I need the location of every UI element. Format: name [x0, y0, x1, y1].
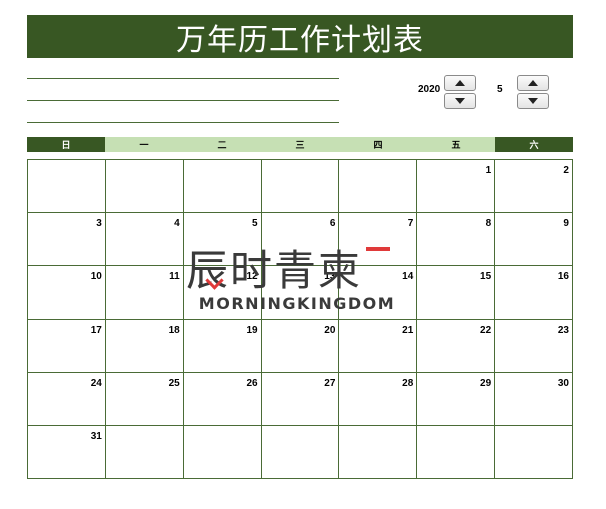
- day-cell[interactable]: 2: [495, 160, 573, 214]
- day-cell[interactable]: 31: [28, 425, 106, 479]
- day-cell[interactable]: 18: [105, 319, 184, 373]
- weekday-mon: 一: [105, 137, 183, 152]
- date-number: 17: [90, 324, 102, 336]
- day-cell[interactable]: 29: [417, 372, 496, 426]
- day-cell[interactable]: [28, 160, 106, 214]
- date-number: 22: [480, 324, 492, 336]
- day-cell[interactable]: 10: [28, 266, 106, 320]
- date-number: 26: [246, 377, 258, 389]
- spin-up-icon: [455, 80, 465, 86]
- calendar-grid: 1 2 3 4 5 6 7 8 9 10 11 12 13 14 15 16 1…: [27, 159, 573, 479]
- date-number: 2: [563, 165, 569, 176]
- day-cell[interactable]: 8: [417, 213, 496, 267]
- day-cell[interactable]: [339, 160, 418, 214]
- date-number: 28: [402, 377, 414, 389]
- date-number: 21: [402, 324, 414, 336]
- spin-up-icon: [528, 80, 538, 86]
- date-number: 14: [402, 271, 414, 283]
- date-number: 24: [90, 377, 102, 389]
- day-cell[interactable]: [183, 160, 262, 214]
- day-cell[interactable]: 25: [105, 372, 184, 426]
- day-cell[interactable]: 19: [183, 319, 262, 373]
- weekday-wed: 三: [261, 137, 339, 152]
- date-number: 8: [485, 218, 492, 230]
- page-title-text: 万年历工作计划表: [176, 22, 424, 58]
- date-number: 7: [407, 218, 414, 230]
- day-cell[interactable]: 20: [261, 319, 340, 373]
- month-up-button[interactable]: [517, 75, 549, 91]
- day-cell[interactable]: [183, 425, 262, 479]
- date-number: 3: [96, 218, 102, 230]
- day-cell[interactable]: 15: [417, 266, 496, 320]
- day-cell[interactable]: 9: [495, 213, 573, 267]
- date-number: 5: [252, 218, 258, 230]
- date-number: 9: [563, 218, 569, 230]
- day-cell[interactable]: 30: [495, 372, 573, 426]
- page-title: 万年历工作计划表: [27, 15, 573, 58]
- note-line-1[interactable]: [27, 78, 339, 79]
- year-up-button[interactable]: [444, 75, 476, 91]
- day-cell[interactable]: 7: [339, 213, 418, 267]
- weekday-header: 日 一 二 三 四 五 六: [27, 137, 573, 152]
- date-number: 13: [324, 271, 336, 283]
- weekday-fri: 五: [417, 137, 495, 152]
- day-cell[interactable]: 16: [495, 266, 573, 320]
- month-down-button[interactable]: [517, 93, 549, 109]
- day-cell[interactable]: [339, 425, 418, 479]
- month-value: 5: [497, 84, 503, 95]
- day-cell[interactable]: 13: [261, 266, 340, 320]
- date-number: 20: [324, 324, 336, 336]
- day-cell[interactable]: 24: [28, 372, 106, 426]
- month-spinner[interactable]: [517, 75, 549, 109]
- spin-down-icon: [528, 98, 538, 104]
- year-down-button[interactable]: [444, 93, 476, 109]
- date-number: 1: [485, 165, 492, 176]
- day-cell[interactable]: 4: [105, 213, 184, 267]
- day-cell[interactable]: [105, 160, 184, 214]
- date-number: 29: [480, 377, 492, 389]
- day-cell[interactable]: 22: [417, 319, 496, 373]
- day-cell[interactable]: 5: [183, 213, 262, 267]
- day-cell[interactable]: [261, 160, 340, 214]
- day-cell[interactable]: 26: [183, 372, 262, 426]
- date-number: 18: [168, 324, 180, 336]
- day-cell[interactable]: 6: [261, 213, 340, 267]
- day-cell[interactable]: 21: [339, 319, 418, 373]
- spin-down-icon: [455, 98, 465, 104]
- date-number: 23: [557, 324, 569, 336]
- day-cell[interactable]: 23: [495, 319, 573, 373]
- day-cell[interactable]: [261, 425, 340, 479]
- date-number: 12: [246, 271, 258, 283]
- date-number: 10: [90, 271, 102, 283]
- date-number: 27: [324, 377, 336, 389]
- note-line-2[interactable]: [27, 100, 339, 101]
- day-cell[interactable]: [495, 425, 573, 479]
- date-number: 30: [557, 377, 569, 389]
- day-cell[interactable]: 1: [417, 160, 496, 214]
- weekday-thu: 四: [339, 137, 417, 152]
- weekday-tue: 二: [183, 137, 261, 152]
- year-spinner[interactable]: [444, 75, 476, 109]
- day-cell[interactable]: [105, 425, 184, 479]
- day-cell[interactable]: 11: [105, 266, 184, 320]
- date-number: 19: [246, 324, 258, 336]
- date-number: 11: [169, 271, 180, 283]
- weekday-sat: 六: [495, 137, 573, 152]
- weekday-sun: 日: [27, 137, 105, 152]
- date-number: 25: [168, 377, 180, 389]
- day-cell[interactable]: 3: [28, 213, 106, 267]
- date-number: 15: [480, 271, 492, 283]
- day-cell[interactable]: 28: [339, 372, 418, 426]
- date-number: 4: [174, 218, 180, 230]
- date-number: 31: [90, 430, 102, 442]
- note-line-3[interactable]: [27, 122, 339, 123]
- date-number: 16: [557, 271, 569, 283]
- date-number: 6: [329, 218, 336, 230]
- day-cell[interactable]: [417, 425, 496, 479]
- year-value: 2020: [418, 84, 441, 95]
- day-cell[interactable]: 27: [261, 372, 340, 426]
- day-cell[interactable]: 12: [183, 266, 262, 320]
- day-cell[interactable]: 14: [339, 266, 418, 320]
- day-cell[interactable]: 17: [28, 319, 106, 373]
